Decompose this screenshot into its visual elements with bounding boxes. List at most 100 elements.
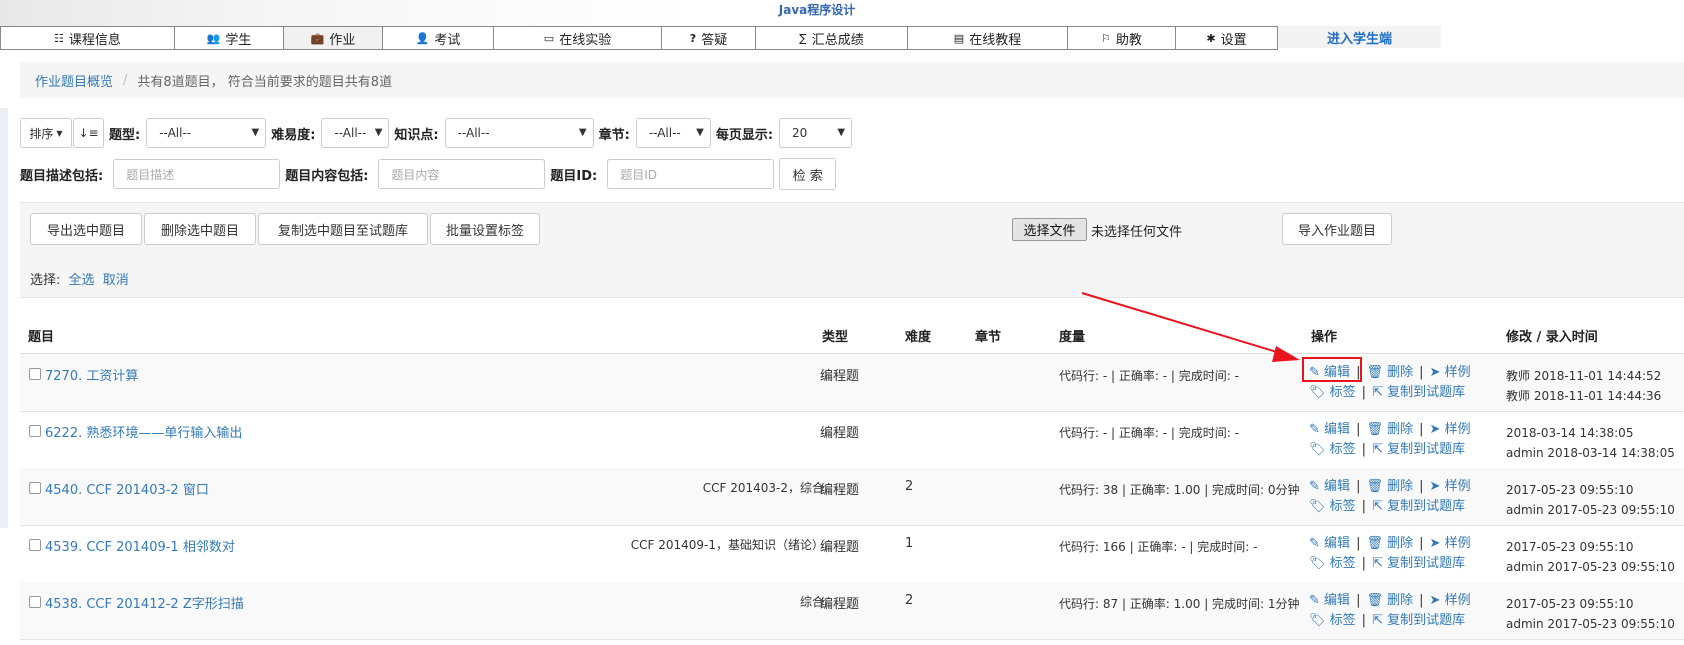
delete-link[interactable]: 🗑 删除 [1366,593,1413,608]
send-icon: ➤ [1429,536,1441,551]
nav-homework[interactable]: 💼 作业 [284,26,383,50]
problem-title-link[interactable]: 4538. CCF 201412-2 Z字形扫描 [45,593,244,612]
chapter-label: 章节: [598,127,630,143]
nav-online-lab[interactable]: ▭ 在线实验 [494,26,662,50]
row-time: 2017-05-23 09:55:10 admin 2017-05-23 09:5… [1506,483,1675,517]
id-label: 题目ID: [550,168,598,184]
tag-link[interactable]: 🏷 标签 [1309,556,1356,571]
tag-link[interactable]: 🏷 标签 [1309,442,1356,457]
book-icon: ▤ [953,31,965,45]
delete-link[interactable]: 🗑 删除 [1366,365,1413,380]
problem-type: 编程题 [820,426,860,441]
table-row: 6222. 熟悉环境——单行输入输出 编程题 代码行: - | 正确率: - |… [20,411,1684,469]
tag-link[interactable]: 🏷 标签 [1309,613,1356,628]
problem-title-link[interactable]: 4540. CCF 201403-2 窗口 [45,479,209,498]
table-row: 4539. CCF 201409-1 相邻数对 CCF 201409-1，基础知… [20,525,1684,583]
problem-title-link[interactable]: 7270. 工资计算 [45,365,138,384]
copy-to-bank-link[interactable]: ⇱ 复制到试题库 [1372,442,1465,457]
edit-link[interactable]: ✎ 编辑 [1309,593,1350,608]
edit-link[interactable]: ✎ 编辑 [1309,479,1350,494]
desc-input[interactable]: 题目描述 [113,159,281,189]
delete-link[interactable]: 🗑 删除 [1366,422,1413,437]
nav-tutorial[interactable]: ▤ 在线教程 [908,26,1068,50]
chapter-select[interactable]: --All-- ▼ [635,118,711,148]
knowledge-select[interactable]: --All-- ▼ [444,118,594,148]
table-row: 7270. 工资计算 编程题 代码行: - | 正确率: - | 完成时间: -… [20,354,1684,412]
header-difficulty: 难度 [905,330,932,345]
share-icon: ⇱ [1372,613,1383,628]
problem-tags: CCF 201409-1，基础知识（绪论） [630,538,824,552]
content-input[interactable]: 题目内容 [378,159,546,189]
breadcrumb-summary: 共有8道题目， 符合当前要求的题目共有8道 [137,74,393,90]
sort-order-button[interactable]: ↓≡ [73,118,104,148]
select-label: 选择: [30,273,61,288]
row-actions: ✎ 编辑 | 🗑 删除 | ➤ 样例 🏷 标签 | ⇱ 复制到试题库 [1309,536,1471,571]
share-icon: ⇱ [1372,556,1383,571]
batch-tag-button[interactable]: 批量设置标签 [430,213,540,245]
row-checkbox[interactable] [29,425,41,437]
sort-button[interactable]: 排序 ▼ [20,118,72,148]
search-button[interactable]: 检 索 [779,158,837,190]
delete-link[interactable]: 🗑 删除 [1366,479,1413,494]
nav-assistant[interactable]: ⚐ 助教 [1068,26,1176,50]
difficulty-select[interactable]: --All-- ▼ [321,118,390,148]
list-icon: ☷ [54,31,64,45]
type-select[interactable]: --All-- ▼ [146,118,267,148]
select-all-link[interactable]: 全选 [69,273,95,288]
id-input[interactable]: 题目ID [607,159,775,189]
problem-title-link[interactable]: 6222. 熟悉环境——单行输入输出 [45,422,242,441]
problem-type: 编程题 [820,369,860,384]
left-sidebar-edge [0,108,8,528]
edit-link[interactable]: ✎ 编辑 [1309,536,1350,551]
export-selected-button[interactable]: 导出选中题目 [30,213,142,245]
tag-icon: 🏷 [1309,442,1326,457]
nav-students[interactable]: 👥 学生 [175,26,284,50]
nav-settings[interactable]: ✱ 设置 [1176,26,1278,50]
tag-link[interactable]: 🏷 标签 [1309,385,1356,400]
perpage-select[interactable]: 20 ▼ [779,118,853,148]
sample-link[interactable]: ➤ 样例 [1430,536,1471,551]
header-type: 类型 [822,330,849,345]
cancel-select-link[interactable]: 取消 [103,273,129,288]
import-homework-button[interactable]: 导入作业题目 [1282,213,1392,245]
row-checkbox[interactable] [29,368,41,380]
sample-link[interactable]: ➤ 样例 [1430,422,1471,437]
row-checkbox[interactable] [29,482,41,494]
copy-to-bank-button[interactable]: 复制选中题目至试题库 [258,213,428,245]
question-icon: ? [689,31,697,45]
copy-to-bank-link[interactable]: ⇱ 复制到试题库 [1372,499,1465,514]
edit-icon: ✎ [1309,422,1320,437]
row-actions: ✎ 编辑 | 🗑 删除 | ➤ 样例 🏷 标签 | ⇱ 复制到试题库 [1309,593,1471,628]
problem-title-link[interactable]: 4539. CCF 201409-1 相邻数对 [45,536,235,555]
table-row: 4538. CCF 201412-2 Z字形扫描 综合 编程题 2 代码行: 8… [20,582,1684,640]
sample-link[interactable]: ➤ 样例 [1430,593,1471,608]
edit-link[interactable]: ✎ 编辑 [1309,422,1350,437]
tag-link[interactable]: 🏷 标签 [1309,499,1356,514]
nav-student-view[interactable]: 进入学生端 [1278,26,1441,48]
trash-icon: 🗑 [1366,422,1383,437]
problem-difficulty: 2 [905,479,914,494]
problem-metric: 代码行: 38 | 正确率: 1.00 | 完成时间: 0分钟 [1059,483,1300,497]
nav-grades[interactable]: ∑ 汇总成绩 [756,26,908,50]
header-title: 题目 [28,330,55,345]
sample-link[interactable]: ➤ 样例 [1430,365,1471,380]
copy-to-bank-link[interactable]: ⇱ 复制到试题库 [1372,385,1465,400]
row-checkbox[interactable] [29,539,41,551]
delete-selected-button[interactable]: 删除选中题目 [144,213,256,245]
choose-file-button[interactable]: 选择文件 [1012,218,1087,241]
difficulty-label: 难易度: [271,127,316,143]
share-icon: ⇱ [1372,499,1383,514]
delete-link[interactable]: 🗑 删除 [1366,536,1413,551]
content-label: 题目内容包括: [285,168,369,184]
row-checkbox[interactable] [29,596,41,608]
copy-to-bank-link[interactable]: ⇱ 复制到试题库 [1372,613,1465,628]
sample-link[interactable]: ➤ 样例 [1430,479,1471,494]
nav-course-info[interactable]: ☷ 课程信息 [0,26,175,50]
copy-to-bank-link[interactable]: ⇱ 复制到试题库 [1372,556,1465,571]
main-nav: ☷ 课程信息 👥 学生 💼 作业 👤 考试 ▭ 在线实验 ? 答疑 ∑ 汇总成绩 ▤ 在线教程 … [0,26,1684,50]
problem-type: 编程题 [820,483,860,498]
nav-qa[interactable]: ? 答疑 [662,26,756,50]
nav-exam[interactable]: 👤 考试 [383,26,494,50]
send-icon: ➤ [1429,479,1441,494]
breadcrumb-homework-overview[interactable]: 作业题目概览 [35,71,113,90]
